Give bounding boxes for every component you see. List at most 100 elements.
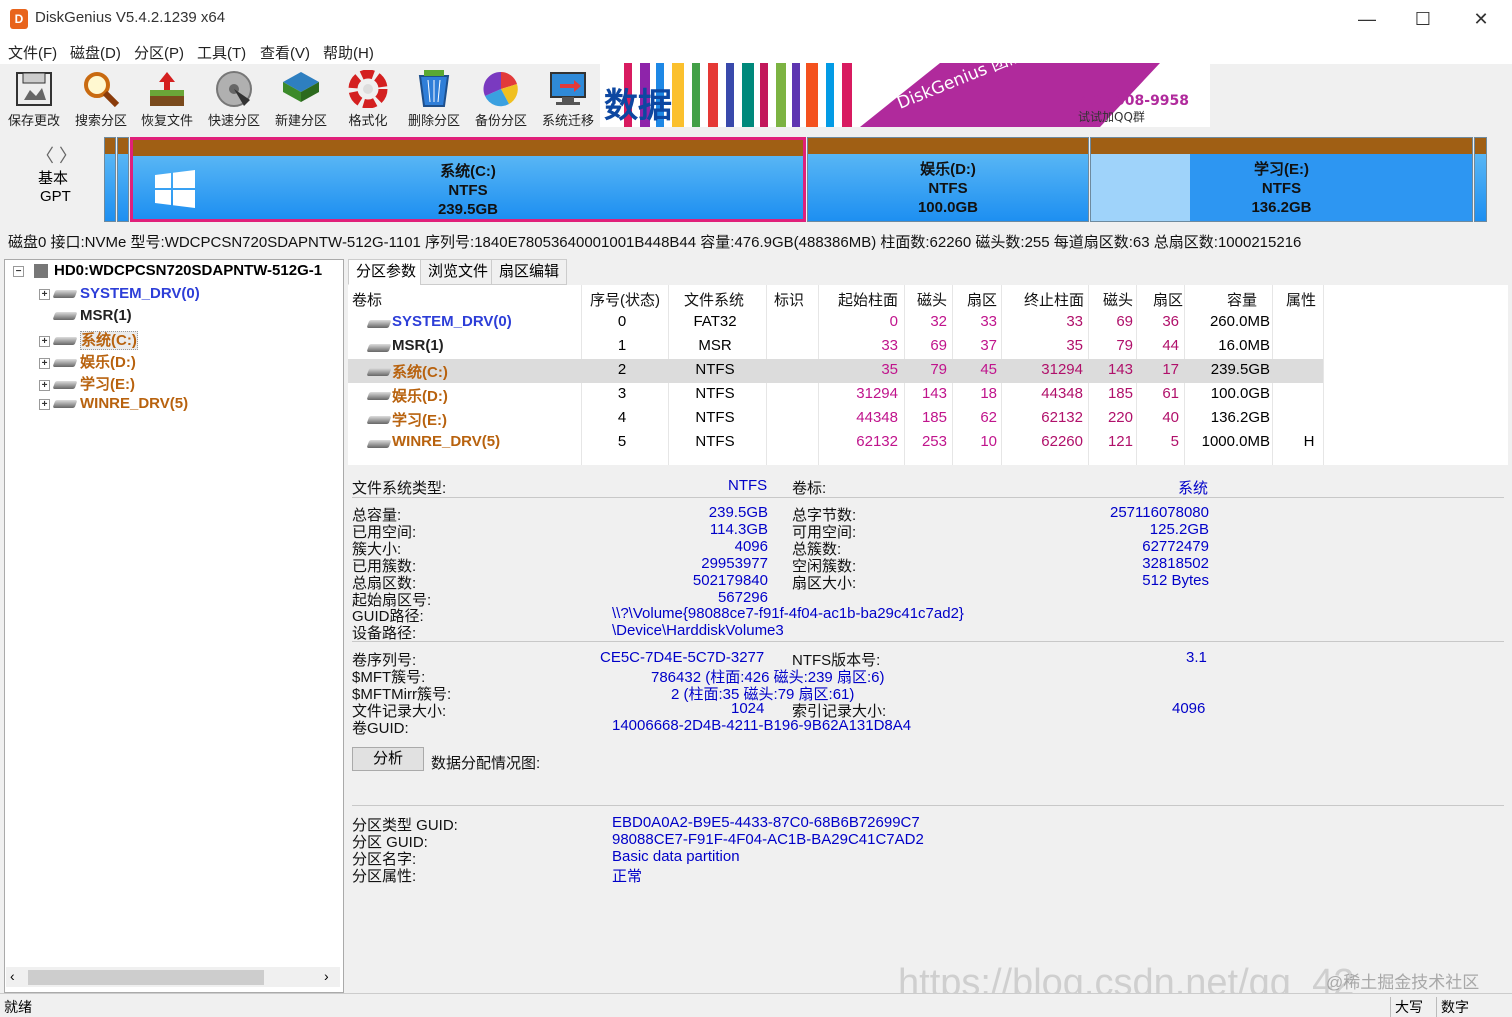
tree-horizontal-scrollbar[interactable]: ‹ › (6, 967, 340, 987)
partition-bar-c[interactable]: 系统(C:) NTFS 239.5GB (130, 137, 806, 222)
cell-cap: 260.0MB (1209, 313, 1270, 330)
tree-item-system-drv[interactable]: + SYSTEM_DRV(0) (39, 285, 200, 307)
svg-text:400-008-9958: 400-008-9958 (1080, 93, 1189, 109)
scroll-left-icon[interactable]: ‹ (10, 968, 15, 984)
partition-attr-label: 分区属性: (352, 868, 417, 885)
tree-item-winre[interactable]: + WINRE_DRV(5) (39, 395, 188, 417)
minimize-button[interactable]: — (1338, 0, 1396, 38)
partition-c-size: 239.5GB (437, 201, 499, 218)
cell-eh: 121 (1107, 433, 1133, 450)
col-header-fs[interactable]: 文件系统 (684, 289, 744, 310)
tree-item-c[interactable]: + 系统(C:) (39, 329, 138, 351)
col-header-end-head[interactable]: 磁头 (1103, 289, 1133, 310)
recover-files-button[interactable]: 恢复文件 (134, 66, 200, 128)
tree-root[interactable]: − HD0:WDCPCSN720SDAPNTW-512G-1 (13, 262, 322, 284)
col-header-start-cyl[interactable]: 起始柱面 (838, 289, 898, 310)
table-row[interactable]: WINRE_DRV(5) 5 NTFS 62132 253 10 62260 121 5 1000… (348, 431, 1323, 455)
col-header-end-cyl[interactable]: 终止柱面 (1024, 289, 1084, 310)
table-row[interactable]: 学习(E:) 4 NTFS 44348 185 62 62132 220 40 136.2GB (348, 407, 1323, 431)
tab-partition-params[interactable]: 分区参数 (348, 259, 425, 285)
cell-sh: 185 (921, 409, 947, 426)
partition-bar-system-drv[interactable] (104, 137, 116, 222)
save-changes-button[interactable]: 保存更改 (1, 66, 67, 128)
format-icon (348, 69, 388, 109)
cell-ss: 45 (980, 361, 997, 378)
cell-fs: NTFS (695, 361, 735, 378)
disk-nav-arrows[interactable]: 〈 〉 (36, 142, 77, 168)
window-title: DiskGenius V5.4.2.1239 x64 (35, 9, 226, 26)
tab-browse-files[interactable]: 浏览文件 (420, 259, 497, 285)
scroll-right-icon[interactable]: › (324, 968, 329, 984)
expand-icon[interactable]: + (39, 357, 50, 369)
search-partition-button[interactable]: 搜索分区 (68, 66, 134, 128)
table-row[interactable]: MSR(1) 1 MSR 33 69 37 35 79 44 16.0MB (348, 335, 1323, 359)
detail-right-value: 32818502 (1142, 555, 1209, 572)
table-row[interactable]: 系统(C:) 2 NTFS 35 79 45 31294 143 17 239.5GB (348, 359, 1323, 383)
partition-icon (52, 359, 78, 368)
cell-cap: 100.0GB (1210, 385, 1270, 402)
quick-partition-button[interactable]: 快速分区 (201, 66, 267, 128)
table-row[interactable]: SYSTEM_DRV(0) 0 FAT32 0 32 33 33 69 36 260.0MB (348, 311, 1323, 335)
cell-eh: 143 (1107, 361, 1133, 378)
tree-root-label: HD0:WDCPCSN720SDAPNTW-512G-1 (54, 262, 323, 279)
close-button[interactable]: ✕ (1452, 0, 1510, 38)
maximize-button[interactable]: ☐ (1394, 0, 1452, 38)
menu-help[interactable]: 帮助(H) (323, 42, 374, 63)
allocation-map-label: 数据分配情况图: (431, 755, 541, 772)
col-header-start-sector[interactable]: 扇区 (967, 289, 997, 310)
system-migration-button[interactable]: 系统迁移 (535, 66, 601, 128)
expand-icon[interactable]: + (39, 288, 50, 300)
menu-view[interactable]: 查看(V) (260, 42, 310, 63)
col-header-attr[interactable]: 属性 (1286, 289, 1316, 310)
table-row[interactable]: 娱乐(D:) 3 NTFS 31294 143 18 44348 185 61 100.0GB (348, 383, 1323, 407)
col-header-end-sector[interactable]: 扇区 (1153, 289, 1183, 310)
tree-item-e[interactable]: + 学习(E:) (39, 373, 135, 395)
status-bar: 就绪 大写 数字 (0, 993, 1512, 1017)
menu-partition[interactable]: 分区(P) (134, 42, 184, 63)
menu-bar: 文件(F) 磁盘(D) 分区(P) 工具(T) 查看(V) 帮助(H) (0, 38, 1512, 64)
expand-icon[interactable]: + (39, 379, 50, 391)
col-header-capacity[interactable]: 容量 (1227, 289, 1257, 310)
collapse-icon[interactable]: − (13, 265, 24, 277)
backup-partition-button[interactable]: 备份分区 (468, 66, 534, 128)
migrate-icon (548, 70, 588, 108)
col-header-label[interactable]: 卷标 (352, 289, 382, 310)
cell-ec: 31294 (1041, 361, 1083, 378)
detail-left-value: 29953977 (701, 555, 768, 572)
tab-sector-edit[interactable]: 扇区编辑 (491, 259, 568, 285)
delete-partition-button[interactable]: 删除分区 (401, 66, 467, 128)
tree-item-msr[interactable]: MSR(1) (39, 307, 132, 329)
expand-icon[interactable]: + (39, 398, 50, 410)
partition-bar-d[interactable]: 娱乐(D:) NTFS 100.0GB (807, 137, 1089, 222)
analyze-button[interactable]: 分析 (352, 747, 424, 771)
partition-e-name: 学习(E:) (1254, 161, 1309, 178)
cell-ec: 33 (1066, 313, 1083, 330)
partition-bar-winre[interactable] (1474, 137, 1487, 222)
cell-es: 44 (1162, 337, 1179, 354)
partition-bar-e[interactable]: 学习(E:) NTFS 136.2GB (1090, 137, 1473, 222)
cell-eh: 69 (1116, 313, 1133, 330)
menu-file[interactable]: 文件(F) (8, 42, 57, 63)
col-header-index[interactable]: 序号(状态) (590, 289, 660, 310)
caps-lock-indicator: 大写 (1390, 997, 1423, 1017)
cell-cap: 239.5GB (1210, 361, 1270, 378)
cell-sh: 69 (930, 337, 947, 354)
scrollbar-thumb[interactable] (28, 970, 264, 985)
detail-left-value: 114.3GB (709, 521, 768, 538)
guid-path-value: \\?\Volume{98088ce7-f91f-4f04-ac1b-ba29c… (612, 605, 964, 622)
format-button[interactable]: 格式化 (335, 66, 401, 128)
tree-item-d[interactable]: + 娱乐(D:) (39, 351, 136, 373)
menu-tools[interactable]: 工具(T) (197, 42, 246, 63)
partition-bar-msr[interactable] (117, 137, 129, 222)
expand-icon[interactable]: + (39, 335, 50, 347)
partition-icon (52, 337, 78, 346)
partition-icon (366, 392, 392, 400)
cell-idx: 1 (617, 337, 627, 354)
ad-banner[interactable]: 数据 DiskGenius 团队专业服务 400-008-9958 试试加QQ群 (600, 63, 1210, 127)
partition-d-fs: NTFS (928, 180, 968, 197)
partition-icon (52, 290, 78, 299)
col-header-id[interactable]: 标识 (774, 289, 804, 310)
col-header-start-head[interactable]: 磁头 (917, 289, 947, 310)
menu-disk[interactable]: 磁盘(D) (70, 42, 121, 63)
new-partition-button[interactable]: 新建分区 (268, 66, 334, 128)
